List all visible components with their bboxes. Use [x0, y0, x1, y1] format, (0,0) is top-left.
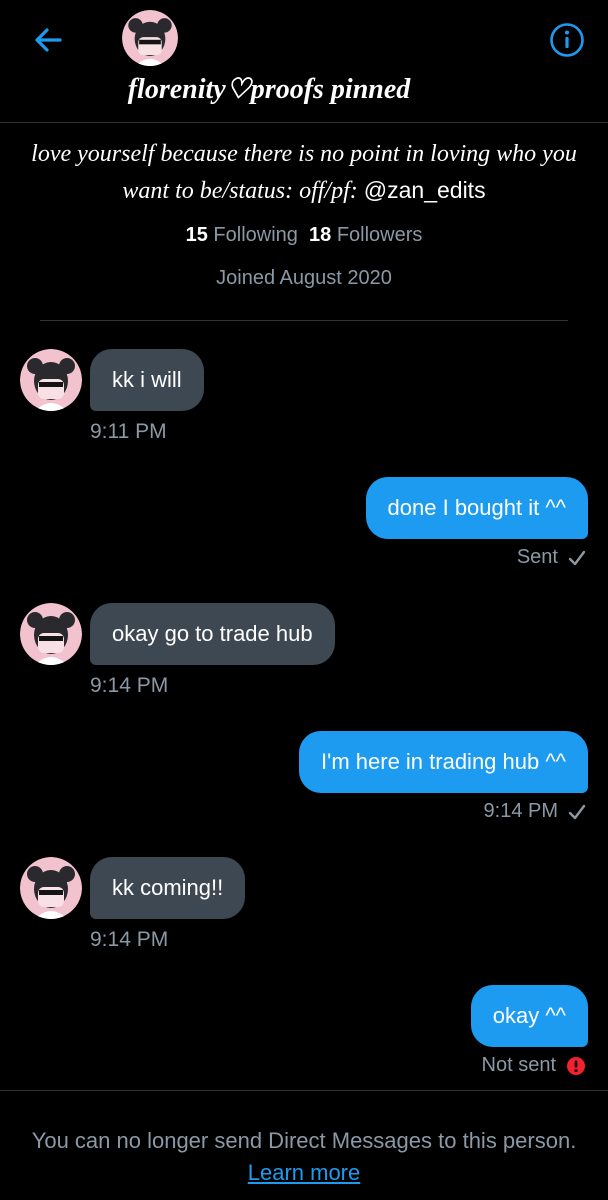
following-label[interactable]: Following: [213, 224, 297, 246]
avatar-image: [122, 10, 178, 66]
avatar-image: [20, 349, 82, 411]
joined-date: Joined August 2020: [216, 267, 392, 289]
message-status: 9:14 PM: [484, 800, 586, 823]
divider: [0, 1090, 608, 1091]
info-circle-icon: [550, 23, 584, 57]
message-time: 9:14 PM: [90, 928, 169, 951]
error-icon: [567, 1056, 585, 1075]
message-time: 9:11 PM: [90, 420, 167, 443]
followers-count: 18: [309, 224, 332, 246]
message-status-text: Sent: [516, 546, 558, 568]
followers-label[interactable]: Followers: [337, 224, 423, 246]
profile-stats: 15 Following 18 Followers: [0, 224, 608, 247]
message-bubble-outgoing[interactable]: done I bought it ^^: [365, 477, 588, 539]
message-bubble-incoming[interactable]: kk i will: [90, 349, 204, 411]
avatar-image: [20, 857, 82, 919]
profile-bio: love yourself because there is no point …: [20, 136, 588, 209]
message-bubble-incoming[interactable]: okay go to trade hub: [90, 603, 335, 665]
message-status[interactable]: Not sent: [482, 1054, 586, 1077]
notice-text: You can no longer send Direct Messages t…: [31, 1128, 577, 1153]
bio-handle[interactable]: @zan_edits: [364, 177, 486, 203]
check-icon: [568, 804, 586, 819]
message-status-text: 9:14 PM: [483, 800, 558, 822]
dm-disabled-notice: You can no longer send Direct Messages t…: [30, 1125, 578, 1189]
avatar[interactable]: [122, 10, 178, 66]
message-bubble-outgoing[interactable]: okay ^^: [470, 985, 588, 1047]
learn-more-link[interactable]: Learn more: [248, 1160, 361, 1185]
check-icon: [568, 550, 586, 565]
message-status: Sent: [517, 546, 586, 569]
divider: [40, 320, 568, 321]
conversation-name: florenity♡proofs pinned: [127, 74, 411, 105]
info-button[interactable]: [549, 22, 585, 58]
message-bubble-incoming[interactable]: kk coming!!: [90, 857, 246, 919]
avatar-image: [20, 603, 82, 665]
arrow-left-icon: [35, 28, 62, 52]
following-count: 15: [185, 224, 208, 246]
avatar[interactable]: [20, 349, 82, 411]
conversation-header: florenity♡proofs pinned: [0, 0, 608, 123]
message-bubble-outgoing[interactable]: I'm here in trading hub ^^: [299, 731, 588, 793]
message-time: 9:14 PM: [90, 674, 169, 697]
bio-text: love yourself because there is no point …: [31, 141, 577, 204]
message-status-text: Not sent: [481, 1054, 556, 1076]
avatar[interactable]: [20, 857, 82, 919]
back-button[interactable]: [30, 22, 66, 58]
avatar[interactable]: [20, 603, 82, 665]
